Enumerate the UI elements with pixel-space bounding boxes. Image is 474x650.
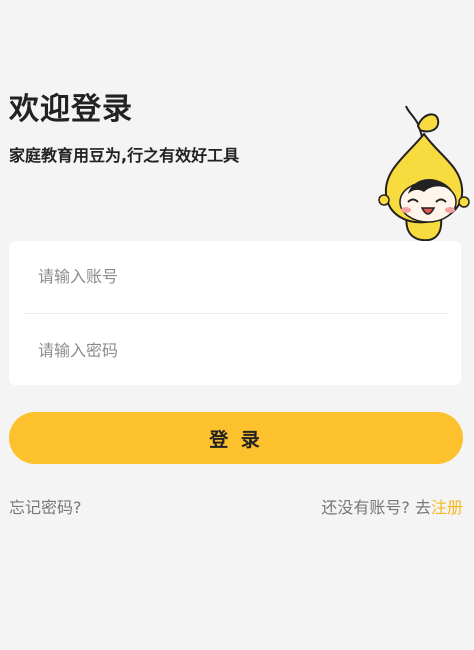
divider [23, 313, 447, 314]
no-account-text: 还没有账号? 去 [321, 498, 431, 517]
forgot-password-link[interactable]: 忘记密码? [9, 494, 82, 518]
page-title: 欢迎登录 [9, 92, 133, 127]
register-prompt: 还没有账号? 去注册 [321, 494, 463, 518]
login-page: 欢迎登录 家庭教育用豆为,行之有效好工具 登 录 忘记密码? 还没有账号? 去注… [0, 0, 474, 650]
bean-mascot-icon [378, 105, 470, 242]
login-form [9, 241, 461, 385]
register-link[interactable]: 注册 [431, 498, 463, 517]
account-input[interactable] [23, 243, 447, 309]
password-input[interactable] [23, 317, 447, 383]
page-subtitle: 家庭教育用豆为,行之有效好工具 [9, 146, 240, 165]
login-button[interactable]: 登 录 [9, 412, 463, 464]
